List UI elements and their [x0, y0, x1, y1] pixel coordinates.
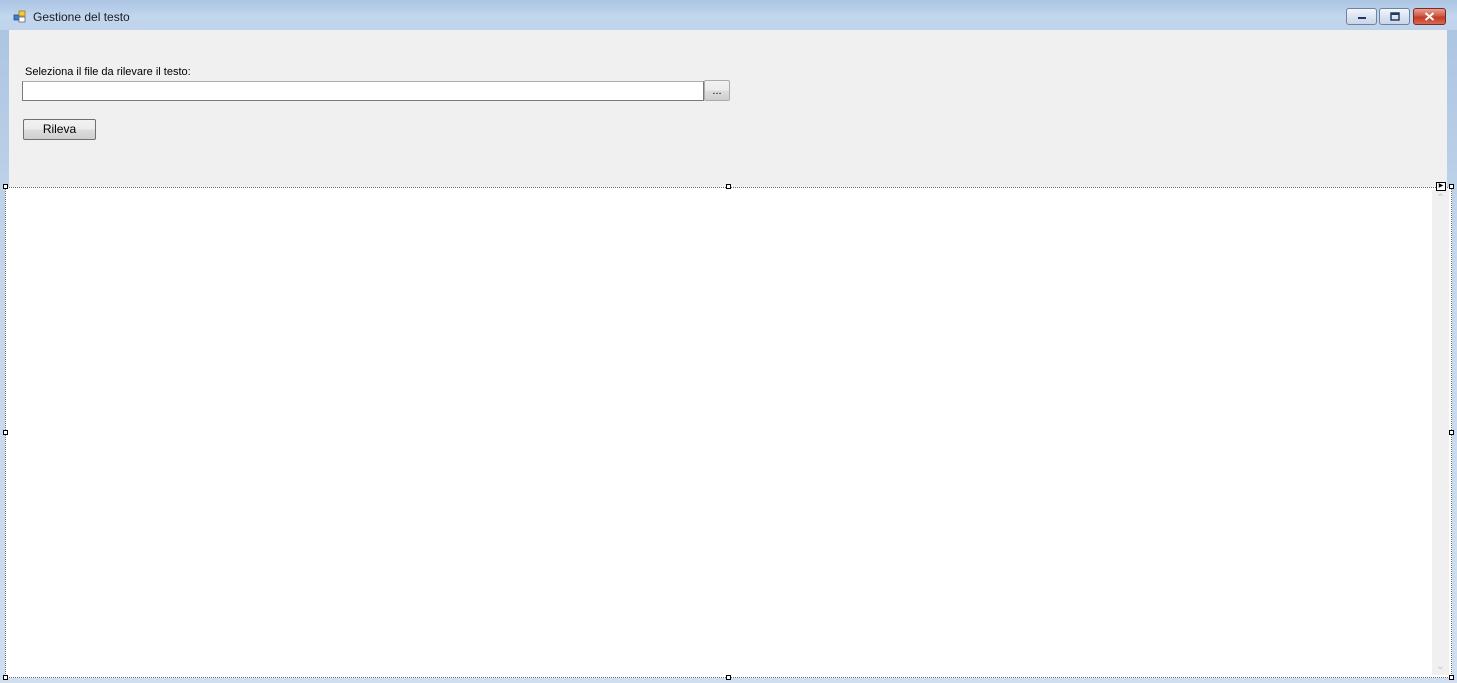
browse-button[interactable]: ... — [704, 80, 730, 101]
resize-handle-top-center[interactable] — [726, 184, 731, 189]
smart-tag-arrow-icon[interactable]: ▶ — [1436, 182, 1446, 191]
resize-handle-bottom-left[interactable] — [3, 675, 8, 680]
close-icon — [1424, 12, 1435, 21]
scroll-up-icon[interactable]: ⌃ — [1432, 190, 1449, 207]
file-select-label: Seleziona il file da rilevare il testo: — [25, 66, 191, 78]
app-icon — [13, 10, 26, 23]
resize-handle-middle-left[interactable] — [3, 430, 8, 435]
close-button[interactable] — [1413, 8, 1446, 25]
window-title: Gestione del testo — [33, 10, 130, 24]
title-bar[interactable]: Gestione del testo — [0, 0, 1457, 30]
file-path-input[interactable] — [22, 81, 704, 101]
app-window: Gestione del testo Seleziona il file da … — [0, 0, 1457, 683]
resize-handle-bottom-right[interactable] — [1449, 675, 1454, 680]
scroll-down-icon[interactable]: ⌄ — [1432, 658, 1449, 675]
maximize-button[interactable] — [1379, 8, 1410, 25]
resize-handle-bottom-center[interactable] — [726, 675, 731, 680]
minimize-button[interactable] — [1346, 8, 1377, 25]
resize-handle-middle-right[interactable] — [1449, 430, 1454, 435]
output-textbox[interactable]: ⌃ ⌄ — [5, 187, 1452, 678]
maximize-icon — [1389, 12, 1400, 21]
resize-handle-top-right[interactable] — [1449, 184, 1454, 189]
rileva-button[interactable]: Rileva — [23, 119, 96, 140]
resize-handle-top-left[interactable] — [3, 184, 8, 189]
vertical-scrollbar[interactable]: ⌃ ⌄ — [1432, 190, 1449, 675]
minimize-icon — [1357, 16, 1366, 19]
